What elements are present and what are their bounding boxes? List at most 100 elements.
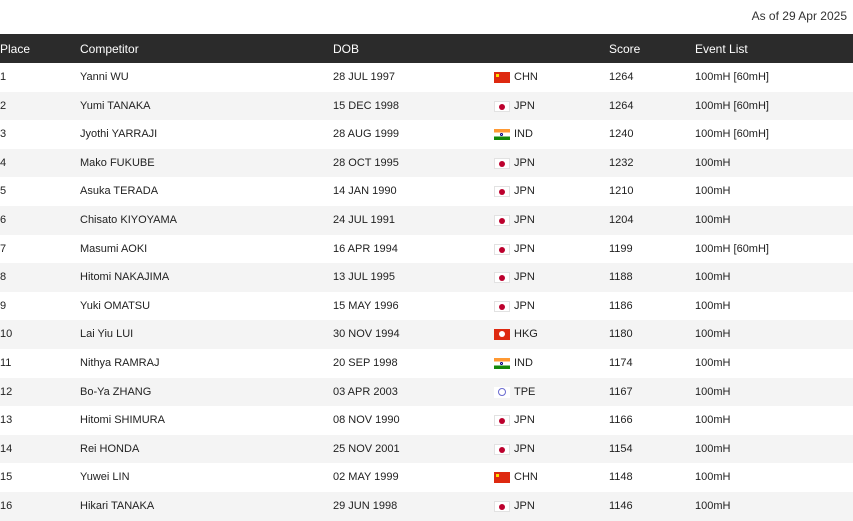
competitor-link[interactable]: Mako FUKUBE	[80, 157, 155, 169]
as-of-date: As of 29 Apr 2025	[751, 9, 847, 23]
flag-chn-icon	[494, 72, 510, 83]
nationality-cell: TPE	[514, 385, 536, 398]
table-row[interactable]: 9 Yuki OMATSU 15 MAY 1996 JPN 1186 100mH	[0, 291, 853, 321]
table-row[interactable]: 2 Yumi TANAKA 15 DEC 1998 JPN 1264 100mH [60m…	[0, 91, 853, 121]
score-cell: 1210	[609, 185, 634, 198]
table-row[interactable]: 5 Asuka TERADA 14 JAN 1990 JPN 1210 100mH	[0, 177, 853, 206]
dob-cell: 29 JUN 1998	[333, 499, 398, 512]
dob-cell: 13 JUL 1995	[333, 271, 395, 284]
event-list-cell: 100mH	[695, 471, 731, 484]
competitor-link[interactable]: Hitomi NAKAJIMA	[80, 271, 169, 283]
flag-ind-icon	[494, 357, 510, 369]
header-event-list[interactable]: Event List	[695, 42, 748, 56]
event-list-cell: 100mH	[695, 499, 731, 512]
dob-cell: 08 NOV 1990	[333, 414, 400, 427]
header-place[interactable]: Place	[0, 42, 30, 56]
score-cell: 1264	[609, 99, 634, 112]
score-cell: 1232	[609, 156, 634, 169]
competitor-link[interactable]: Yuki OMATSU	[80, 300, 150, 312]
table-row[interactable]: 12 Bo-Ya ZHANG 03 APR 2003 TPE 1167 100mH	[0, 377, 853, 407]
table-row[interactable]: 8 Hitomi NAKAJIMA 13 JUL 1995 JPN 1188 100mH	[0, 263, 853, 292]
competitor-link[interactable]: Yuwei LIN	[80, 471, 130, 483]
score-cell: 1167	[609, 385, 633, 398]
place-cell: 10	[0, 328, 13, 341]
table-row[interactable]: 7 Masumi AOKI 16 APR 1994 JPN 1199 100mH [60m…	[0, 234, 853, 264]
competitor-link[interactable]: Rei HONDA	[80, 443, 139, 455]
score-cell: 1166	[609, 414, 633, 427]
flag-jpn-icon	[494, 214, 510, 226]
dob-cell: 25 NOV 2001	[333, 442, 400, 455]
dob-cell: 02 MAY 1999	[333, 471, 399, 484]
header-dob[interactable]: DOB	[333, 42, 359, 56]
place-cell: 5	[0, 185, 7, 198]
flag-jpn-icon	[494, 186, 510, 198]
score-cell: 1174	[609, 356, 633, 369]
table-header: Place Competitor DOB Score Event List	[0, 34, 853, 63]
nationality-cell: JPN	[514, 271, 535, 284]
header-competitor[interactable]: Competitor	[80, 42, 139, 56]
table-row[interactable]: 1 Yanni WU 28 JUL 1997 CHN 1264 100mH [60mH]	[0, 63, 853, 92]
place-cell: 15	[0, 471, 13, 484]
flag-jpn-icon	[494, 100, 510, 112]
flag-jpn-icon	[494, 443, 510, 455]
competitor-link[interactable]: Yanni WU	[80, 71, 129, 83]
competitor-link[interactable]: Lai Yiu LUI	[80, 328, 133, 340]
rankings-table: Place Competitor DOB Score Event List 1 Y…	[0, 34, 853, 521]
competitor-link[interactable]: Asuka TERADA	[80, 185, 158, 197]
nationality-cell: JPN	[514, 185, 535, 198]
event-list-cell: 100mH	[695, 385, 731, 398]
dob-cell: 28 AUG 1999	[333, 128, 400, 141]
event-list-cell: 100mH	[695, 185, 731, 198]
competitor-link[interactable]: Hitomi SHIMURA	[80, 414, 165, 426]
nationality-cell: CHN	[514, 471, 538, 484]
nationality-cell: JPN	[514, 499, 535, 512]
score-cell: 1204	[609, 213, 634, 226]
event-list-cell: 100mH	[695, 156, 731, 169]
header-score[interactable]: Score	[609, 42, 640, 56]
flag-jpn-icon	[494, 272, 510, 284]
event-list-cell: 100mH	[695, 356, 731, 369]
event-list-cell: 100mH [60mH]	[695, 242, 769, 255]
score-cell: 1180	[609, 328, 633, 341]
competitor-link[interactable]: Nithya RAMRAJ	[80, 357, 159, 369]
place-cell: 4	[0, 156, 7, 169]
table-row[interactable]: 3 Jyothi YARRAJI 28 AUG 1999 IND 1240 100mH […	[0, 120, 853, 149]
competitor-link[interactable]: Chisato KIYOYAMA	[80, 214, 177, 226]
dob-cell: 20 SEP 1998	[333, 356, 398, 369]
score-cell: 1264	[609, 71, 634, 83]
competitor-link[interactable]: Jyothi YARRAJI	[80, 128, 157, 140]
place-cell: 14	[0, 442, 13, 455]
score-cell: 1154	[609, 442, 633, 455]
table-row[interactable]: 13 Hitomi SHIMURA 08 NOV 1990 JPN 1166 100mH	[0, 406, 853, 435]
score-cell: 1240	[609, 128, 634, 141]
dob-cell: 24 JUL 1991	[333, 213, 395, 226]
nationality-cell: IND	[514, 128, 533, 141]
table-row[interactable]: 11 Nithya RAMRAJ 20 SEP 1998 IND 1174 100mH	[0, 348, 853, 378]
competitor-link[interactable]: Bo-Ya ZHANG	[80, 386, 151, 398]
score-cell: 1146	[609, 499, 633, 512]
dob-cell: 16 APR 1994	[333, 242, 398, 255]
score-cell: 1148	[609, 471, 633, 484]
dob-cell: 14 JAN 1990	[333, 185, 397, 198]
nationality-cell: CHN	[514, 71, 538, 83]
flag-jpn-icon	[494, 415, 510, 427]
table-row[interactable]: 14 Rei HONDA 25 NOV 2001 JPN 1154 100mH	[0, 434, 853, 464]
table-row[interactable]: 15 Yuwei LIN 02 MAY 1999 CHN 1148 100mH	[0, 463, 853, 492]
flag-hkg-icon	[494, 329, 510, 341]
flag-jpn-icon	[494, 243, 510, 255]
competitor-link[interactable]: Masumi AOKI	[80, 243, 147, 255]
table-row[interactable]: 10 Lai Yiu LUI 30 NOV 1994 HKG 1180 100mH	[0, 320, 853, 349]
flag-chn-icon	[494, 472, 510, 484]
nationality-cell: JPN	[514, 242, 535, 255]
event-list-cell: 100mH	[695, 328, 731, 341]
flag-jpn-icon	[494, 500, 510, 512]
dob-cell: 28 JUL 1997	[333, 71, 395, 83]
table-row[interactable]: 4 Mako FUKUBE 28 OCT 1995 JPN 1232 100mH	[0, 148, 853, 178]
flag-jpn-icon	[494, 300, 510, 312]
competitor-link[interactable]: Hikari TANAKA	[80, 500, 154, 512]
table-row[interactable]: 6 Chisato KIYOYAMA 24 JUL 1991 JPN 1204 100mH	[0, 205, 853, 235]
event-list-cell: 100mH	[695, 213, 731, 226]
table-row[interactable]: 16 Hikari TANAKA 29 JUN 1998 JPN 1146 100mH	[0, 491, 853, 521]
competitor-link[interactable]: Yumi TANAKA	[80, 100, 151, 112]
dob-cell: 30 NOV 1994	[333, 328, 400, 341]
